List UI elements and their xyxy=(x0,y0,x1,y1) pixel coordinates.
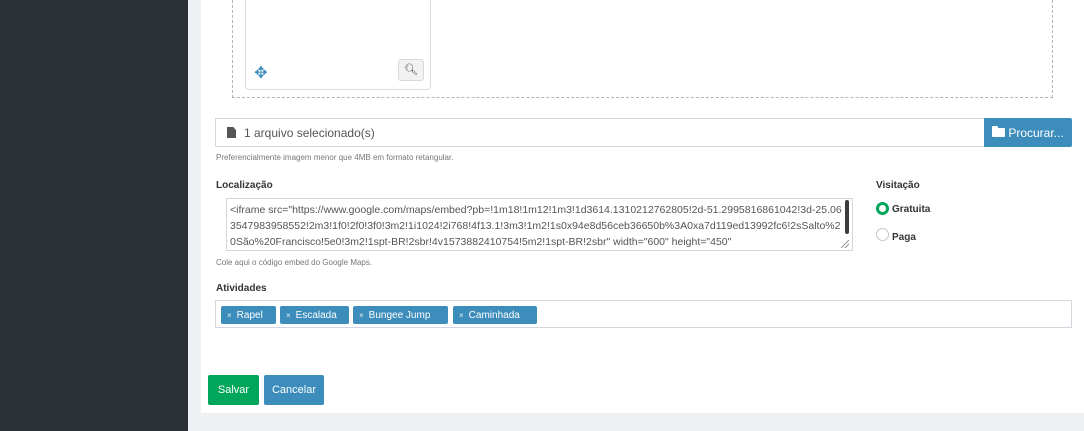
tag-remove-icon[interactable]: × xyxy=(459,311,464,320)
file-input-group: 1 arquivo selecionado(s) Procurar... xyxy=(215,118,1072,147)
tag-remove-icon[interactable]: × xyxy=(286,311,291,320)
browse-button-label: Procurar... xyxy=(1008,125,1064,140)
tag-label: Caminhada xyxy=(468,309,520,321)
file-caption: 1 arquivo selecionado(s) xyxy=(215,118,985,147)
zoom-button[interactable]: 🔍︎ xyxy=(398,59,424,81)
sidebar xyxy=(0,0,188,431)
upload-help-text: Preferencialmente imagem menor que 4MB e… xyxy=(216,153,454,162)
zoom-icon: 🔍︎ xyxy=(404,64,418,76)
resize-handle-icon[interactable] xyxy=(841,240,849,248)
embed-code-text: <iframe src="https://www.google.com/maps… xyxy=(230,204,842,248)
location-label: Localização xyxy=(216,180,273,191)
tag-caminhada[interactable]: × Caminhada xyxy=(453,306,537,324)
browse-button[interactable]: Procurar... xyxy=(984,118,1072,147)
tag-escalada[interactable]: × Escalada xyxy=(280,306,349,324)
tag-rapel[interactable]: × Rapel xyxy=(221,306,276,324)
location-help-text: Cole aqui o código embed do Google Maps. xyxy=(216,258,373,267)
tag-remove-icon[interactable]: × xyxy=(227,311,232,320)
page-footer xyxy=(188,413,1084,431)
radio-paga[interactable] xyxy=(876,228,889,241)
radio-gratuita-label: Gratuita xyxy=(892,204,931,215)
tag-remove-icon[interactable]: × xyxy=(359,311,364,320)
textarea-scrollbar[interactable] xyxy=(845,200,849,234)
cancel-button[interactable]: Cancelar xyxy=(264,375,324,405)
content-wrapper-edge xyxy=(188,0,201,431)
tag-label: Escalada xyxy=(295,309,337,321)
move-icon[interactable]: ✥ xyxy=(254,66,268,82)
save-button[interactable]: Salvar xyxy=(208,375,259,405)
file-icon xyxy=(227,127,236,138)
folder-icon xyxy=(992,126,1006,137)
form-content: ✥ 🔍︎ 1 arquivo selecionado(s) Procurar..… xyxy=(201,0,1084,413)
radio-paga-label: Paga xyxy=(892,232,916,243)
visit-label: Visitação xyxy=(876,180,920,191)
tag-label: Bungee Jump xyxy=(368,309,431,321)
tag-label: Rapel xyxy=(236,309,263,321)
activities-label: Atividades xyxy=(216,283,267,294)
embed-textarea[interactable]: <iframe src="https://www.google.com/maps… xyxy=(226,198,853,251)
tag-bungee-jump[interactable]: × Bungee Jump xyxy=(353,306,448,324)
file-status-text: 1 arquivo selecionado(s) xyxy=(244,125,375,140)
radio-gratuita[interactable] xyxy=(876,202,889,215)
